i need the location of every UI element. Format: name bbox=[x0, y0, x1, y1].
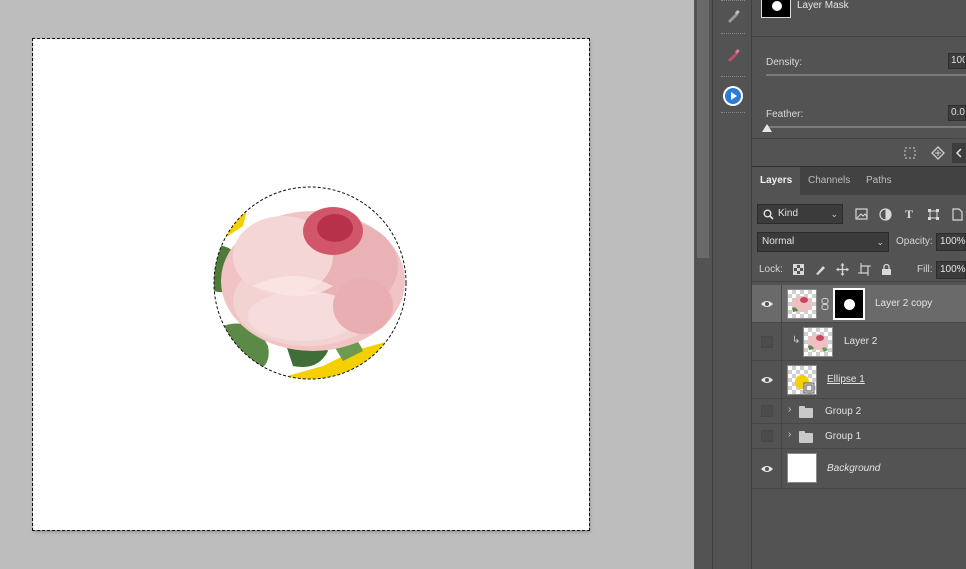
clipping-mask-arrow-icon: ↳ bbox=[792, 335, 801, 346]
filter-shape-layers-icon[interactable] bbox=[925, 206, 941, 222]
panel-icon-strip bbox=[712, 0, 752, 569]
lock-image-pixels-icon[interactable] bbox=[812, 261, 828, 277]
divider bbox=[781, 361, 782, 398]
opacity-field[interactable]: 100% bbox=[936, 233, 966, 251]
blend-mode-label: Normal bbox=[762, 236, 795, 247]
feather-slider-knob[interactable] bbox=[762, 124, 772, 132]
layer-row[interactable]: Background bbox=[752, 449, 966, 489]
density-slider[interactable] bbox=[766, 74, 966, 76]
divider bbox=[781, 285, 782, 322]
folder-icon bbox=[799, 406, 813, 418]
layer-name[interactable]: Group 2 bbox=[825, 406, 861, 417]
search-icon bbox=[763, 209, 774, 220]
properties-panel: Layer Mask Density: 100% Feather: 0.0 px bbox=[752, 0, 966, 166]
visibility-eye-icon[interactable] bbox=[760, 462, 774, 476]
visibility-toggle-empty[interactable] bbox=[761, 336, 773, 348]
blend-row: Normal ⌄ Opacity: 100% bbox=[752, 230, 966, 254]
filter-adjustment-layers-icon[interactable] bbox=[877, 206, 893, 222]
visibility-eye-icon[interactable] bbox=[760, 373, 774, 387]
fill-label: Fill: bbox=[917, 264, 933, 275]
divider bbox=[752, 36, 966, 37]
visibility-toggle-empty[interactable] bbox=[761, 430, 773, 442]
layer-thumbnail[interactable] bbox=[787, 289, 817, 319]
lock-row: Lock: Fill: 100% bbox=[752, 258, 966, 282]
divider bbox=[781, 449, 782, 488]
visibility-eye-icon[interactable] bbox=[760, 297, 774, 311]
document-workspace[interactable] bbox=[0, 0, 694, 569]
tab-layers[interactable]: Layers bbox=[752, 167, 800, 196]
layer-name[interactable]: Layer 2 bbox=[844, 336, 877, 347]
color-brush-icon[interactable] bbox=[721, 43, 745, 67]
layer-thumbnail[interactable] bbox=[787, 453, 817, 483]
layer-row[interactable]: ↳ Layer 2 bbox=[752, 323, 966, 361]
layer-name[interactable]: Ellipse 1 bbox=[827, 374, 865, 385]
apply-mask-icon[interactable] bbox=[930, 145, 946, 161]
disable-mask-icon[interactable] bbox=[952, 143, 966, 163]
layers-tabbar: Layers Channels Paths bbox=[752, 166, 966, 196]
load-selection-icon[interactable] bbox=[902, 145, 918, 161]
layer-row[interactable]: Layer 2 copy bbox=[752, 285, 966, 323]
kind-filter-select[interactable]: Kind ⌄ bbox=[757, 204, 843, 224]
lock-position-icon[interactable] bbox=[834, 261, 850, 277]
lock-artboard-icon[interactable] bbox=[856, 261, 872, 277]
layer-mask-thumbnail[interactable] bbox=[833, 288, 865, 320]
play-actions-icon[interactable] bbox=[721, 84, 745, 108]
right-panel: Layer Mask Density: 100% Feather: 0.0 px… bbox=[752, 0, 966, 569]
mask-link-icon[interactable] bbox=[821, 298, 829, 310]
chevron-right-icon[interactable]: › bbox=[788, 429, 791, 440]
lock-transparent-pixels-icon[interactable] bbox=[790, 261, 806, 277]
layer-row[interactable]: Ellipse 1 bbox=[752, 361, 966, 399]
layer-name[interactable]: Background bbox=[827, 463, 880, 474]
layers-list: Layer 2 copy ↳ Layer 2 Ellipse 1 › Group… bbox=[752, 285, 966, 569]
rose-circle-image[interactable] bbox=[213, 186, 407, 380]
divider bbox=[781, 424, 782, 448]
canvas-document[interactable] bbox=[32, 38, 590, 531]
strip-grip bbox=[721, 33, 745, 35]
tab-paths[interactable]: Paths bbox=[858, 167, 900, 196]
filter-type-layers-icon[interactable]: T bbox=[901, 206, 917, 222]
chevron-down-icon: ⌄ bbox=[876, 237, 884, 247]
scrollbar-thumb[interactable] bbox=[697, 0, 709, 258]
strip-grip bbox=[721, 76, 745, 78]
layer-thumbnail[interactable] bbox=[787, 365, 817, 395]
lock-label: Lock: bbox=[759, 264, 783, 275]
mask-actions-bar bbox=[752, 138, 966, 166]
blend-mode-select[interactable]: Normal ⌄ bbox=[757, 232, 889, 252]
layer-name[interactable]: Layer 2 copy bbox=[875, 298, 932, 309]
filter-pixel-layers-icon[interactable] bbox=[853, 206, 869, 222]
chevron-down-icon: ⌄ bbox=[830, 209, 838, 219]
layer-mask-thumbnail[interactable] bbox=[761, 0, 791, 18]
layer-filter-row: Kind ⌄ T bbox=[752, 201, 966, 227]
fill-field[interactable]: 100% bbox=[936, 261, 966, 279]
density-label: Density: bbox=[766, 57, 803, 68]
strip-grip bbox=[721, 112, 745, 114]
canvas-vertical-scrollbar[interactable] bbox=[694, 0, 712, 569]
strip-grip bbox=[721, 0, 745, 2]
opacity-label: Opacity: bbox=[896, 236, 933, 247]
layer-name[interactable]: Group 1 bbox=[825, 431, 861, 442]
kind-filter-label: Kind bbox=[778, 208, 799, 219]
feather-label: Feather: bbox=[766, 109, 804, 120]
properties-title: Layer Mask bbox=[797, 0, 849, 11]
chevron-right-icon[interactable]: › bbox=[788, 404, 791, 415]
visibility-toggle-empty[interactable] bbox=[761, 405, 773, 417]
folder-icon bbox=[799, 431, 813, 443]
brush-tool-icon[interactable] bbox=[721, 4, 745, 28]
tab-channels[interactable]: Channels bbox=[800, 167, 858, 196]
filter-smart-objects-icon[interactable] bbox=[949, 206, 965, 222]
divider bbox=[781, 399, 782, 423]
feather-slider[interactable] bbox=[766, 126, 966, 128]
divider bbox=[781, 323, 782, 360]
feather-value-field[interactable]: 0.0 px bbox=[948, 105, 966, 121]
lock-all-icon[interactable] bbox=[878, 261, 894, 277]
layer-thumbnail[interactable] bbox=[803, 327, 833, 357]
layer-row[interactable]: › Group 1 bbox=[752, 424, 966, 449]
layer-row[interactable]: › Group 2 bbox=[752, 399, 966, 424]
density-value-field[interactable]: 100% bbox=[948, 53, 966, 69]
